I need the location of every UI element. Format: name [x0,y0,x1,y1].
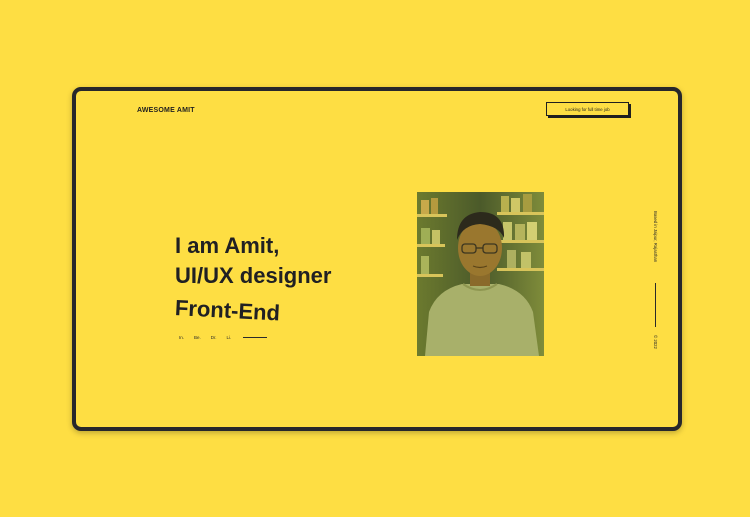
headline-line-2: UI/UX designer [175,263,332,288]
social-link-dribbble[interactable]: Dr. [211,335,217,340]
social-link-li[interactable]: Li. [227,335,232,340]
social-links: In. Be. Dr. Li. [179,335,268,340]
portrait-photo-icon [417,192,544,356]
social-link-linkedin[interactable]: In. [179,335,184,340]
job-status-button[interactable]: Looking for full time job [546,102,629,116]
headline-line-3: Front-End [174,295,281,326]
profile-photo [417,192,544,356]
social-divider [243,337,268,338]
location-text: Based in Jaipur, Rajasthan [653,211,658,263]
social-link-behance[interactable]: Be. [194,335,201,340]
hero-headline: I am Amit, UI/UX designer Front-End [174,231,332,325]
side-divider [655,283,656,327]
brand-logo[interactable]: AWESOME AMIT [137,107,195,114]
side-info: Based in Jaipur, Rajasthan © 2022 [650,211,660,357]
browser-frame: AWESOME AMIT Looking for full time job I… [72,87,682,431]
copyright-text: © 2022 [653,335,658,349]
headline-line-1: I am Amit, [175,233,280,258]
